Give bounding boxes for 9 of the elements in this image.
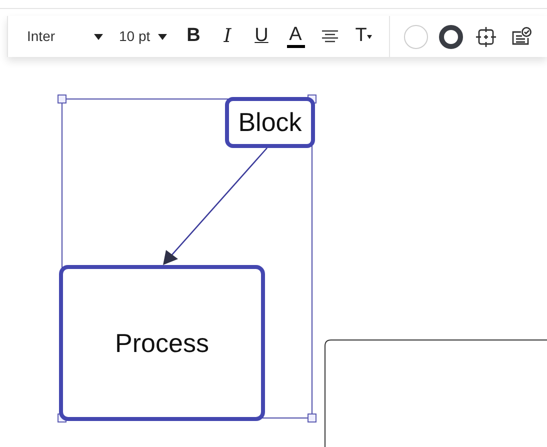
italic-button[interactable]: I — [216, 22, 239, 52]
text-style-button[interactable]: T — [352, 22, 375, 52]
bold-button[interactable]: B — [182, 22, 205, 52]
font-dropdown[interactable]: Inter — [27, 26, 107, 47]
text-color-button[interactable]: A — [284, 22, 307, 52]
underline-button[interactable]: U — [250, 22, 273, 52]
block-node[interactable]: Block — [225, 97, 315, 148]
process-node[interactable]: Process — [59, 265, 265, 421]
font-size-dropdown[interactable]: 10 pt — [119, 26, 171, 47]
